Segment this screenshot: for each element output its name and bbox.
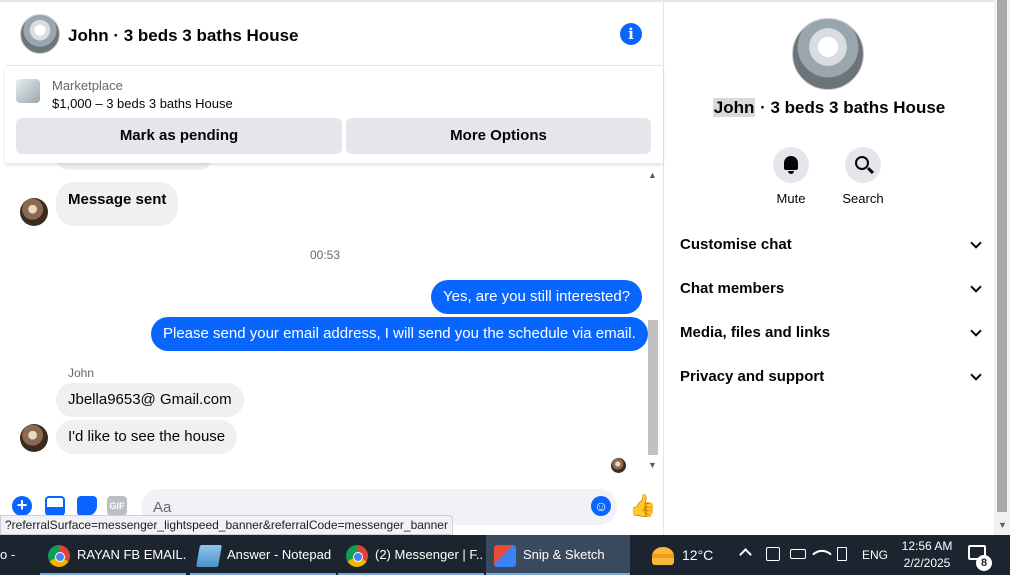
task-label: Snip & Sketch [523,547,605,562]
scroll-down-arrow-icon[interactable]: ▼ [648,460,657,470]
taskbar-item-notepad[interactable]: Answer - Notepad [190,535,336,575]
notepad-icon [196,544,222,567]
listing-avatar[interactable] [20,14,60,54]
taskbar-item-chrome-messenger[interactable]: (2) Messenger | F... [338,535,484,575]
mute-button[interactable]: Mute [761,147,821,206]
section-privacy-support[interactable]: Privacy and support [680,362,982,392]
seen-indicator-avatar [611,458,626,473]
section-label: Chat members [680,280,785,297]
more-options-button[interactable]: More Options [346,118,651,154]
search-label: Search [842,191,884,206]
bell-icon[interactable] [773,147,809,183]
scrollbar-thumb[interactable] [648,320,658,455]
section-media-files-links[interactable]: Media, files and links [680,318,982,348]
taskbar-item-partial[interactable]: o - [0,535,38,575]
chrome-icon [346,544,368,567]
chat-scrollbar[interactable]: ▲ ▼ [645,170,661,475]
weather-widget[interactable]: 12°C [652,535,713,575]
mute-label: Mute [776,191,806,206]
conversation-info-panel: John · 3 beds 3 baths House Mute Search … [664,2,994,535]
conversation-title: John · 3 beds 3 baths House [664,98,994,118]
weather-icon [652,547,674,566]
section-label: Privacy and support [680,368,825,385]
chat-panel: John · 3 beds 3 baths House i Marketplac… [5,2,663,535]
highlighted-name: John [712,98,756,117]
chevron-down-icon [970,281,982,293]
listing-avatar-large[interactable] [792,18,864,90]
mark-as-pending-button[interactable]: Mark as pending [16,118,342,154]
sender-name: John [68,366,95,380]
thumbs-up-icon[interactable]: 👍 [629,493,656,519]
snip-sketch-icon [494,544,516,567]
gif-icon[interactable]: GIF [107,496,127,516]
chat-header: John · 3 beds 3 baths House i [5,2,663,66]
chat-title[interactable]: John · 3 beds 3 baths House [68,26,299,46]
weather-temp: 12°C [682,547,714,563]
taskbar-item-chrome-rayan[interactable]: RAYAN FB EMAIL... [40,535,186,575]
search-button[interactable]: Search [833,147,893,206]
search-icon[interactable] [845,147,881,183]
incoming-message: I'd like to see the house [56,420,238,454]
task-label: (2) Messenger | F... [375,547,484,562]
sticker-icon[interactable] [77,496,97,516]
plus-icon[interactable]: + [12,496,32,516]
outgoing-message: Yes, are you still interested? [431,280,643,314]
chevron-up-icon[interactable] [739,548,752,561]
section-label: Customise chat [680,236,792,253]
info-icon[interactable]: i [620,23,642,45]
avatar[interactable] [20,424,48,452]
windows-taskbar: o - RAYAN FB EMAIL... Answer - Notepad (… [0,535,1010,575]
title-rest: · 3 beds 3 baths House [755,98,946,117]
chrome-icon [48,544,70,567]
section-customise-chat[interactable]: Customise chat [680,230,982,260]
message-list: Hi, is this available? Message sent 00:5… [5,152,663,482]
message-timestamp: 00:53 [309,248,341,262]
emoji-icon[interactable]: ☺ [591,496,611,516]
battery-icon[interactable] [790,549,806,559]
task-label: RAYAN FB EMAIL... [77,547,186,562]
volume-icon[interactable] [837,547,847,561]
page-scrollbar[interactable]: ▼ [994,0,1010,535]
clock-time: 12:56 AM [901,539,953,553]
device-icon[interactable] [766,547,780,561]
status-bar-url: ?referralSurface=messenger_lightspeed_ba… [0,515,453,535]
photo-icon[interactable] [45,496,65,516]
chevron-down-icon [970,369,982,381]
listing-summary[interactable]: $1,000 – 3 beds 3 baths House [52,96,233,111]
wifi-icon[interactable] [812,544,832,564]
system-clock[interactable]: 12:56 AM 2/2/2025 [898,538,956,572]
incoming-message: Jbella9653@ Gmail.com [56,383,244,417]
scroll-down-arrow-icon[interactable]: ▼ [998,520,1007,530]
outgoing-message: Please send your email address, I will s… [151,317,648,351]
section-chat-members[interactable]: Chat members [680,274,982,304]
language-indicator[interactable]: ENG [862,535,888,575]
chevron-down-icon [970,237,982,249]
taskbar-item-snip-sketch[interactable]: Snip & Sketch [486,535,630,575]
scroll-up-arrow-icon[interactable]: ▲ [648,170,657,180]
section-label: Media, files and links [680,324,831,341]
message-sent-bubble: Message sent [56,182,179,226]
notification-count-badge: 8 [976,555,992,571]
chevron-down-icon [970,325,982,337]
avatar[interactable] [20,198,48,226]
marketplace-banner: Marketplace $1,000 – 3 beds 3 baths Hous… [5,67,663,163]
marketplace-label: Marketplace [52,78,123,93]
clock-date: 2/2/2025 [903,556,951,570]
task-label: Answer - Notepad [227,547,332,562]
page-scrollbar-thumb[interactable] [997,0,1007,512]
listing-thumbnail[interactable] [16,79,40,103]
